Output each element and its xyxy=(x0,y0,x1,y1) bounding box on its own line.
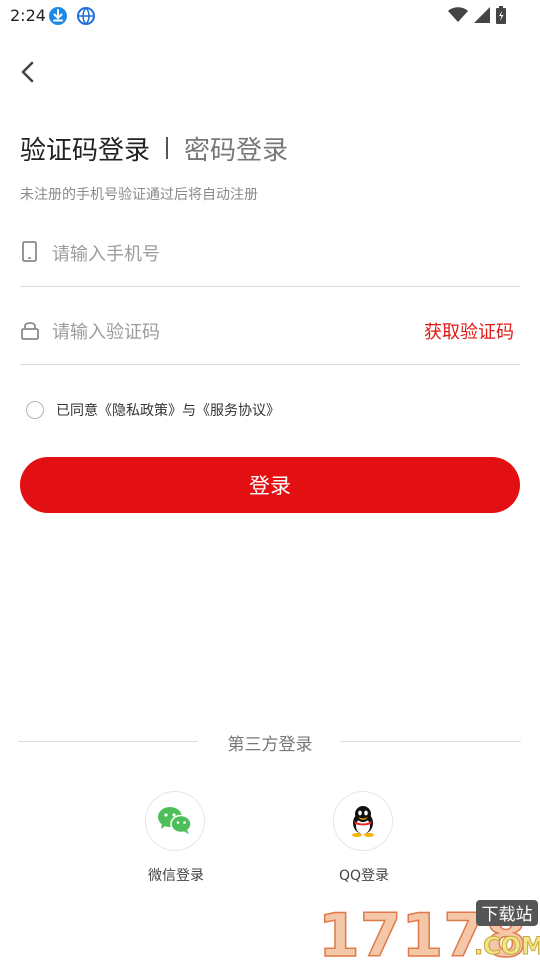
wechat-login-circle[interactable] xyxy=(145,791,205,851)
code-field[interactable]: 请输入验证码 获取验证码 xyxy=(20,300,520,365)
tab-sms-login[interactable]: 验证码登录 xyxy=(20,130,150,167)
wechat-login-label[interactable]: 微信登录 xyxy=(115,865,237,885)
tab-password-login[interactable]: 密码登录 xyxy=(184,130,288,167)
qq-login-button[interactable]: QQ登录 xyxy=(333,791,395,884)
status-time: 2:24 xyxy=(10,6,46,25)
qq-login-label[interactable]: QQ登录 xyxy=(303,865,425,885)
signal-icon xyxy=(474,7,490,23)
login-mode-tabs: 验证码登录 密码登录 xyxy=(20,128,288,168)
login-button[interactable]: 登录 xyxy=(20,457,520,513)
status-bar: 2:24 xyxy=(0,0,540,32)
watermark-badge: 下载站 xyxy=(482,905,533,925)
battery-icon xyxy=(496,6,506,24)
wechat-icon xyxy=(158,807,192,834)
get-code-button[interactable]: 获取验证码 xyxy=(424,318,514,344)
login-button-label: 登录 xyxy=(249,474,291,498)
wechat-login-button[interactable]: 微信登录 xyxy=(145,791,207,884)
phone-field[interactable]: 请输入手机号 xyxy=(20,222,520,287)
login-screen: 2:24 验证码登录 密码登录 未注册的手机号验证通过后将自动注册 请输入手机号… xyxy=(0,0,540,960)
tab-divider xyxy=(166,137,169,159)
status-right xyxy=(448,6,506,24)
phone-input[interactable]: 请输入手机号 xyxy=(52,240,160,266)
download-icon xyxy=(49,7,67,25)
lock-icon xyxy=(21,322,39,340)
wifi-icon xyxy=(448,7,468,22)
phone-icon xyxy=(22,241,37,262)
agreement-row[interactable]: 已同意《隐私政策》与《服务协议》 xyxy=(26,400,280,420)
watermark-suffix: .COM xyxy=(474,932,540,960)
qq-icon xyxy=(352,806,374,837)
watermark-logo: 17178 下载站 .COM xyxy=(318,900,540,960)
agreement-checkbox[interactable] xyxy=(26,401,44,419)
back-button[interactable] xyxy=(14,56,42,88)
qq-login-circle[interactable] xyxy=(333,791,393,851)
third-party-title: 第三方登录 xyxy=(227,735,313,755)
code-input[interactable]: 请输入验证码 xyxy=(52,318,160,344)
browser-icon xyxy=(77,7,95,25)
agreement-text[interactable]: 已同意《隐私政策》与《服务协议》 xyxy=(56,400,280,420)
register-hint: 未注册的手机号验证通过后将自动注册 xyxy=(20,187,258,203)
